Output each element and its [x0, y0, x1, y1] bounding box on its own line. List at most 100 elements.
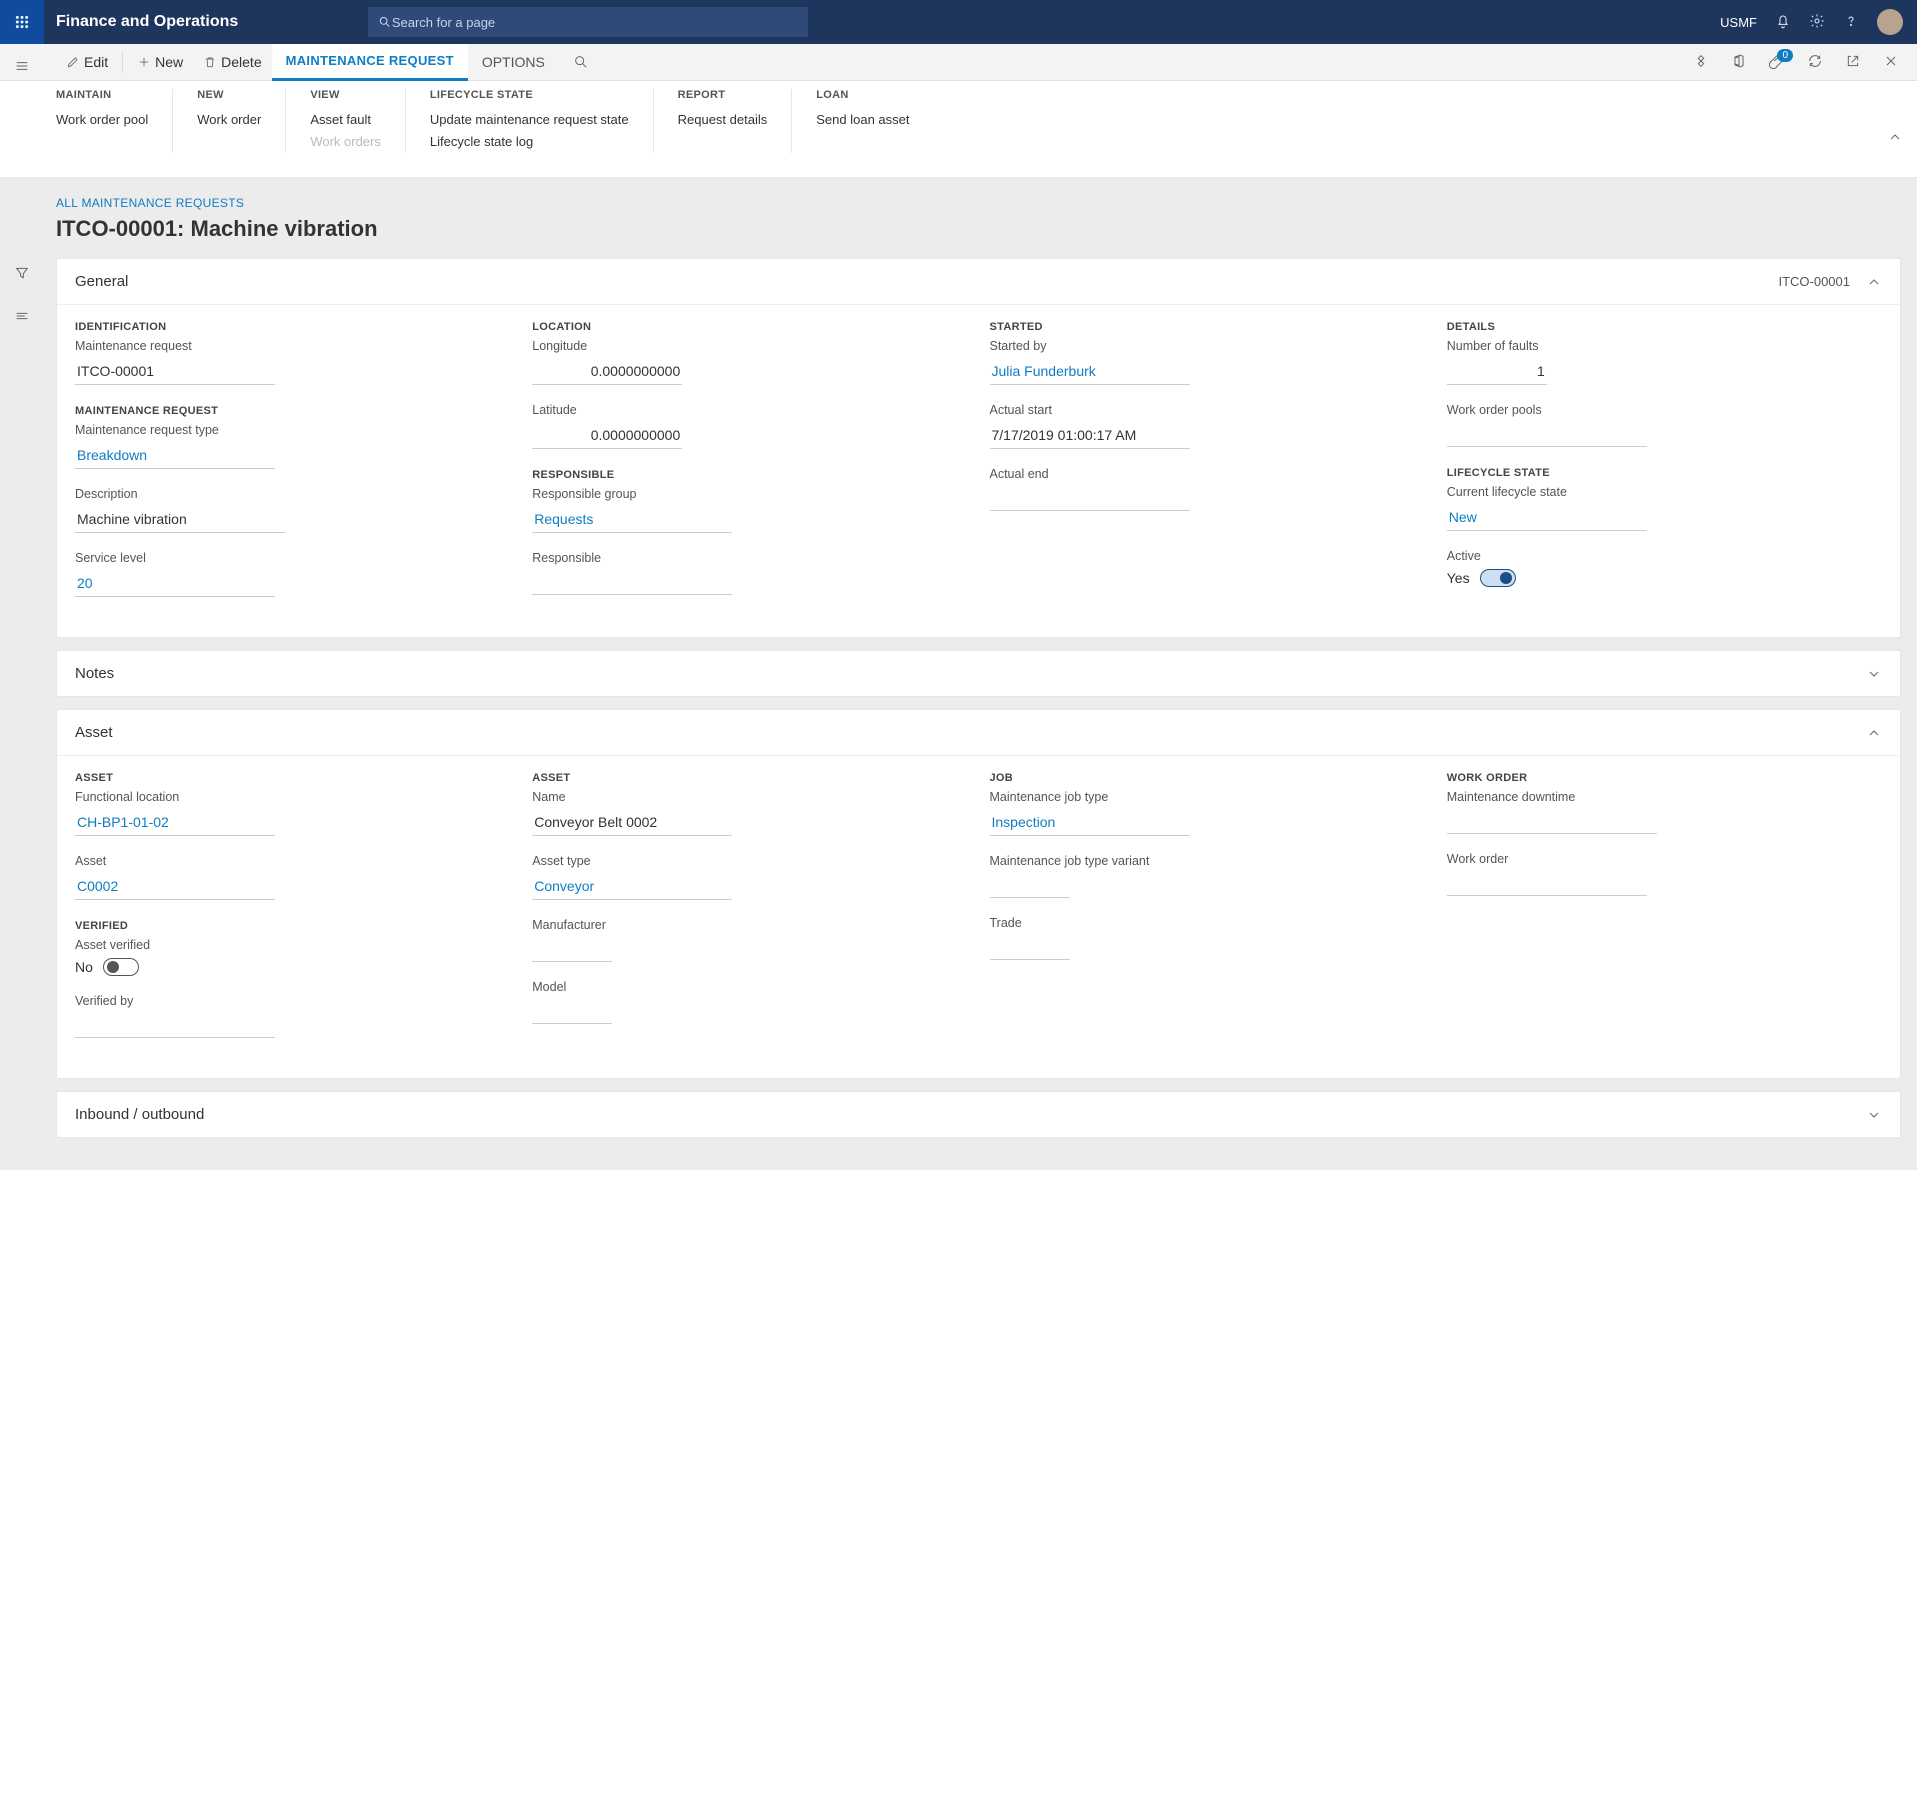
ribbon-work-order[interactable]: Work order: [197, 109, 261, 131]
refresh-button[interactable]: [1807, 53, 1823, 72]
maintenance-request-field[interactable]: ITCO-00001: [75, 359, 275, 385]
asset-type-field[interactable]: Conveyor: [532, 874, 732, 900]
job-type-label: Maintenance job type: [990, 790, 1425, 804]
actionbar-search[interactable]: [559, 44, 603, 81]
page-body: ALL MAINTENANCE REQUESTS ITCO-00001: Mac…: [0, 178, 1917, 1170]
service-label: Service level: [75, 551, 510, 565]
edit-label: Edit: [84, 54, 108, 70]
pencil-icon: [66, 55, 80, 69]
service-field[interactable]: 20: [75, 571, 275, 597]
asset-id-field[interactable]: C0002: [75, 874, 275, 900]
edit-button[interactable]: Edit: [56, 44, 118, 81]
ribbon-state-log[interactable]: Lifecycle state log: [430, 131, 629, 153]
close-icon: [1883, 53, 1899, 69]
pools-field[interactable]: [1447, 423, 1647, 447]
help-button[interactable]: [1843, 13, 1859, 32]
attachments-grid-button[interactable]: [1693, 53, 1709, 72]
lat-field[interactable]: 0.0000000000: [532, 423, 682, 449]
verified-by-field[interactable]: [75, 1014, 275, 1038]
started-by-field[interactable]: Julia Funderburk: [990, 359, 1190, 385]
settings-button[interactable]: [1809, 13, 1825, 32]
app-launcher[interactable]: [0, 0, 44, 44]
location-heading: LOCATION: [532, 321, 967, 333]
search-icon: [573, 54, 589, 70]
func-loc-label: Functional location: [75, 790, 510, 804]
asset-name-field[interactable]: Conveyor Belt 0002: [532, 810, 732, 836]
faults-field[interactable]: 1: [1447, 359, 1547, 385]
asset-id-label: Asset: [75, 854, 510, 868]
nav-toggle[interactable]: [14, 58, 30, 77]
hamburger-icon: [14, 58, 30, 74]
ribbon-asset-fault[interactable]: Asset fault: [310, 109, 381, 131]
breadcrumb[interactable]: ALL MAINTENANCE REQUESTS: [56, 196, 1901, 210]
search-input[interactable]: [392, 15, 798, 30]
tab-maintenance-request[interactable]: MAINTENANCE REQUEST: [272, 44, 468, 81]
ribbon-group-lifecycle: LIFECYCLE STATE: [430, 89, 629, 101]
downtime-field[interactable]: [1447, 810, 1657, 834]
tab-options[interactable]: OPTIONS: [468, 44, 559, 81]
asset-header[interactable]: Asset: [57, 710, 1900, 755]
asset-card: Asset ASSET Functional locationCH-BP1-01…: [56, 709, 1901, 1079]
user-avatar[interactable]: [1877, 9, 1903, 35]
attachments-button[interactable]: 0: [1769, 53, 1785, 72]
related-info-button[interactable]: [14, 308, 30, 327]
started-heading: STARTED: [990, 321, 1425, 333]
resp-group-field[interactable]: Requests: [532, 507, 732, 533]
company-picker[interactable]: USMF: [1720, 15, 1757, 30]
general-badge: ITCO-00001: [1778, 274, 1850, 289]
responsible-label: Responsible: [532, 551, 967, 565]
ribbon-work-order-pool[interactable]: Work order pool: [56, 109, 148, 131]
model-field[interactable]: [532, 1000, 612, 1024]
delete-button[interactable]: Delete: [193, 44, 271, 81]
actual-end-field[interactable]: [990, 487, 1190, 511]
verified-value: No: [75, 959, 93, 975]
inbound-header[interactable]: Inbound / outbound: [57, 1092, 1900, 1137]
popout-button[interactable]: [1845, 53, 1861, 72]
new-label: New: [155, 54, 183, 70]
verified-toggle[interactable]: [103, 958, 139, 976]
general-title: General: [75, 273, 128, 290]
chevron-down-icon: [1866, 666, 1882, 682]
variant-label: Maintenance job type variant: [990, 854, 1425, 868]
office-button[interactable]: [1731, 53, 1747, 72]
ribbon-group-loan: LOAN: [816, 89, 909, 101]
variant-field[interactable]: [990, 874, 1070, 898]
ribbon: MAINTAIN Work order pool NEW Work order …: [0, 81, 1917, 178]
type-field[interactable]: Breakdown: [75, 443, 275, 469]
actual-start-field[interactable]: 7/17/2019 01:00:17 AM: [990, 423, 1190, 449]
ribbon-send-loan[interactable]: Send loan asset: [816, 109, 909, 131]
maintenance-request-label: Maintenance request: [75, 339, 510, 353]
ribbon-request-details[interactable]: Request details: [678, 109, 768, 131]
general-header[interactable]: General ITCO-00001: [57, 259, 1900, 304]
desc-field[interactable]: Machine vibration: [75, 507, 285, 533]
new-button[interactable]: New: [127, 44, 193, 81]
general-card: General ITCO-00001 IDENTIFICATION Mainte…: [56, 258, 1901, 638]
diamond-icon: [1693, 53, 1709, 69]
refresh-icon: [1807, 53, 1823, 69]
resp-group-label: Responsible group: [532, 487, 967, 501]
mfr-field[interactable]: [532, 938, 612, 962]
close-button[interactable]: [1883, 53, 1899, 72]
search-box[interactable]: [368, 7, 808, 37]
app-title: Finance and Operations: [56, 13, 238, 31]
responsible-heading: RESPONSIBLE: [532, 469, 967, 481]
type-label: Maintenance request type: [75, 423, 510, 437]
job-type-field[interactable]: Inspection: [990, 810, 1190, 836]
inbound-title: Inbound / outbound: [75, 1106, 204, 1123]
chevron-down-icon: [1866, 1107, 1882, 1123]
trade-field[interactable]: [990, 936, 1070, 960]
func-loc-field[interactable]: CH-BP1-01-02: [75, 810, 275, 836]
responsible-field[interactable]: [532, 571, 732, 595]
notifications-button[interactable]: [1775, 13, 1791, 32]
active-label: Active: [1447, 549, 1882, 563]
current-state-field[interactable]: New: [1447, 505, 1647, 531]
workorder-label: Work order: [1447, 852, 1882, 866]
ribbon-update-state[interactable]: Update maintenance request state: [430, 109, 629, 131]
lon-field[interactable]: 0.0000000000: [532, 359, 682, 385]
workorder-field[interactable]: [1447, 872, 1647, 896]
identification-heading: IDENTIFICATION: [75, 321, 510, 333]
ribbon-collapse[interactable]: [1887, 129, 1903, 148]
notes-header[interactable]: Notes: [57, 651, 1900, 696]
filter-button[interactable]: [14, 265, 30, 284]
active-toggle[interactable]: [1480, 569, 1516, 587]
